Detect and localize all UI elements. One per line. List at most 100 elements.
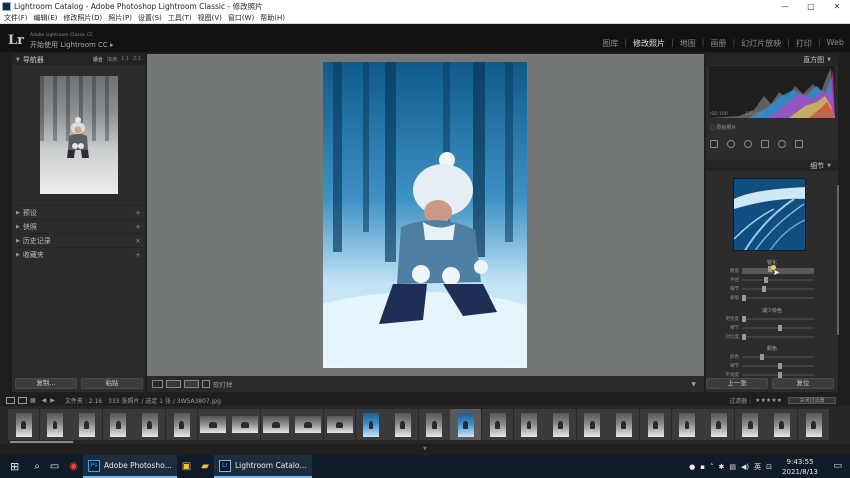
filmstrip-thumbnail[interactable]: [355, 409, 387, 440]
rating-filter[interactable]: ★★★★★: [755, 397, 782, 404]
module-book[interactable]: 画册: [710, 38, 726, 49]
filmstrip-thumbnail[interactable]: [229, 409, 261, 440]
slider-track[interactable]: [742, 286, 814, 292]
crop-tool-icon[interactable]: [710, 140, 718, 148]
second-window-icon[interactable]: [18, 396, 27, 404]
filmstrip-thumbnail[interactable]: [418, 409, 450, 440]
minimize-button[interactable]: —: [772, 0, 798, 13]
red-eye-icon[interactable]: [744, 140, 752, 148]
slider-track[interactable]: [742, 372, 814, 378]
filmstrip-thumbnail[interactable]: [703, 409, 735, 440]
filmstrip-thumbnail[interactable]: [608, 409, 640, 440]
slider-track[interactable]: [742, 295, 814, 301]
collapse-filmstrip-icon[interactable]: ▼: [423, 446, 427, 452]
histogram[interactable]: [709, 66, 835, 118]
filmstrip-thumbnail[interactable]: [734, 409, 766, 440]
slider-thumb[interactable]: [742, 316, 746, 322]
snapshots-section[interactable]: ▶ 快照 +: [12, 219, 145, 233]
zoom-2-1[interactable]: 2:1: [133, 56, 141, 63]
filmstrip-thumbnail[interactable]: [576, 409, 608, 440]
notification-icon[interactable]: ▭: [833, 461, 842, 471]
language-indicator[interactable]: 英: [754, 462, 761, 472]
softproof-checkbox[interactable]: [202, 380, 210, 388]
filmstrip-thumbnail[interactable]: [671, 409, 703, 440]
history-section[interactable]: ▶ 历史记录 ×: [12, 233, 145, 247]
menu-settings[interactable]: 设置(S): [138, 13, 162, 23]
filmstrip-thumbnail[interactable]: [513, 409, 545, 440]
filmstrip-thumbnail[interactable]: [798, 409, 829, 440]
slider-row[interactable]: 明亮度: [710, 315, 834, 323]
tray-app-icon[interactable]: ●: [689, 463, 695, 471]
module-slideshow[interactable]: 幻灯片放映: [741, 38, 781, 49]
filmstrip-thumbnail[interactable]: [640, 409, 671, 440]
slider-row[interactable]: 细节: [710, 324, 834, 332]
maximize-button[interactable]: □: [798, 0, 824, 13]
zoom-1-1[interactable]: 1:1: [121, 56, 129, 63]
filmstrip-thumbnail[interactable]: [766, 409, 798, 440]
right-panel-edge[interactable]: [838, 54, 850, 392]
slider-track[interactable]: [742, 334, 814, 340]
presets-section[interactable]: ▶ 预设 +: [12, 205, 145, 219]
menu-photo[interactable]: 照片(P): [108, 13, 132, 23]
menu-view[interactable]: 视图(V): [198, 13, 222, 23]
module-map[interactable]: 地图: [680, 38, 696, 49]
copy-settings-button[interactable]: 复制...: [15, 378, 77, 389]
before-after-icon[interactable]: [166, 380, 181, 388]
navigator-header[interactable]: ▼ 导航器 适合 填满 1:1 2:1: [12, 54, 145, 65]
slider-track[interactable]: [742, 325, 814, 331]
zoom-fit[interactable]: 适合: [93, 56, 103, 63]
slider-track[interactable]: [742, 354, 814, 360]
filmstrip-thumbnail[interactable]: [482, 409, 513, 440]
graduated-filter-icon[interactable]: [761, 140, 769, 148]
filmstrip-scrollbar[interactable]: [10, 441, 73, 443]
main-photo[interactable]: [323, 62, 527, 368]
filmstrip-thumbnail[interactable]: [545, 409, 577, 440]
filter-select[interactable]: 关闭过滤器: [788, 397, 836, 404]
filmstrip-thumbnail[interactable]: [292, 409, 324, 440]
slider-thumb[interactable]: [742, 295, 746, 301]
slider-row[interactable]: 颜色: [710, 353, 834, 361]
add-preset-icon[interactable]: +: [135, 209, 141, 217]
filmstrip-thumbnail[interactable]: [134, 409, 166, 440]
filmstrip-thumbnail[interactable]: [102, 409, 134, 440]
toolbar-menu-chevron-icon[interactable]: ▼: [691, 381, 696, 388]
left-panel-edge[interactable]: [0, 54, 12, 392]
filmstrip-thumbnail[interactable]: [39, 409, 71, 440]
volume-icon[interactable]: ◀): [741, 463, 749, 471]
slider-row[interactable]: 对比度: [710, 333, 834, 341]
spot-removal-icon[interactable]: [727, 140, 735, 148]
slider-thumb[interactable]: [742, 334, 746, 340]
radial-filter-icon[interactable]: [778, 140, 786, 148]
slider-thumb[interactable]: [778, 363, 782, 369]
module-develop[interactable]: 修改照片: [633, 38, 665, 49]
original-photo-toggle[interactable]: ▢ 原始照片: [710, 124, 736, 131]
slider-row[interactable]: 蒙版: [710, 294, 834, 302]
forward-arrow-icon[interactable]: ▶: [50, 397, 55, 404]
menu-develop[interactable]: 修改照片(D): [63, 13, 102, 23]
histogram-header[interactable]: 直方图 ▼: [706, 54, 838, 65]
adjustment-brush-icon[interactable]: [795, 140, 803, 148]
reset-button[interactable]: 复位: [772, 378, 834, 389]
taskbar-photoshop[interactable]: Ps Adobe Photosho...: [83, 455, 177, 478]
module-library[interactable]: 图库: [602, 38, 618, 49]
paste-settings-button[interactable]: 粘贴: [81, 378, 143, 389]
tray-chevron-icon[interactable]: ˄: [710, 463, 714, 471]
before-after-swap-icon[interactable]: [184, 380, 199, 388]
slider-track[interactable]: [742, 316, 814, 322]
add-collection-icon[interactable]: +: [135, 251, 141, 259]
file-explorer-icon[interactable]: ▰: [196, 455, 214, 478]
add-snapshot-icon[interactable]: +: [135, 223, 141, 231]
slider-thumb[interactable]: [763, 277, 768, 283]
loupe-view-icon[interactable]: [152, 380, 163, 388]
taskbar-lightroom[interactable]: Lr Lightroom Catalo...: [213, 455, 312, 478]
back-arrow-icon[interactable]: ◀: [42, 397, 47, 404]
filmstrip-thumbnail[interactable]: [387, 409, 419, 440]
chrome-icon[interactable]: ◉: [64, 455, 83, 478]
slider-row[interactable]: 半径: [710, 276, 834, 284]
filmstrip-thumbnail[interactable]: [197, 409, 229, 440]
slider-track[interactable]: [742, 363, 814, 369]
filmstrip-thumbnail[interactable]: [450, 409, 482, 440]
menu-file[interactable]: 文件(F): [4, 13, 28, 23]
filmstrip-thumbnail[interactable]: [260, 409, 292, 440]
filmstrip-thumbnail[interactable]: [8, 409, 39, 440]
